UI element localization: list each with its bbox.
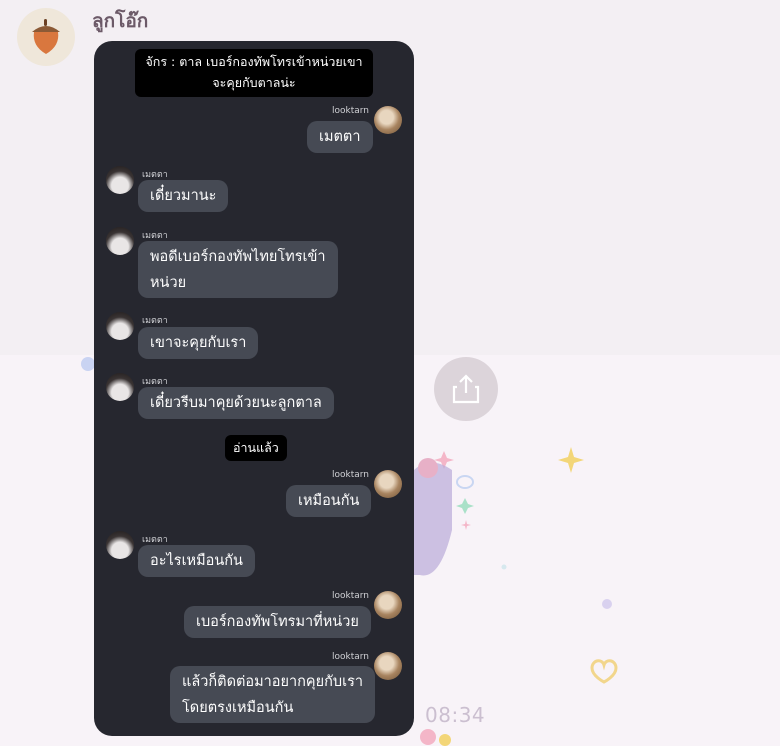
avatar bbox=[106, 227, 134, 255]
avatar bbox=[374, 591, 402, 619]
message-bubble: อะไรเหมือนกัน bbox=[138, 545, 255, 577]
chat-name: ลูกโอ๊ก bbox=[92, 10, 149, 32]
message-bubble: เดี๋ยวมานะ bbox=[138, 180, 229, 212]
message-bubble: พอดีเบอร์กองทัพไทยโทรเข้า หน่วย bbox=[138, 241, 338, 298]
message-sender: looktarn bbox=[332, 470, 370, 480]
message-bubble: เมตตา bbox=[307, 121, 373, 153]
message-sender: เมตตา bbox=[142, 170, 168, 180]
message-sender: looktarn bbox=[332, 106, 370, 116]
message-bubble: เขาจะคุยกับเรา bbox=[138, 327, 259, 359]
message-sender: looktarn bbox=[332, 591, 370, 601]
avatar bbox=[374, 106, 402, 134]
message-sender: เมตตา bbox=[142, 231, 168, 241]
message-line: โดยตรงเหมือนกัน bbox=[182, 700, 294, 716]
message-sender: เมตตา bbox=[142, 377, 168, 387]
screenshot-card: จักร : ตาล เบอร์กองทัพโทรเข้าหน่วยเขาจะค… bbox=[94, 41, 414, 736]
share-button[interactable] bbox=[434, 357, 498, 421]
avatar bbox=[106, 373, 134, 401]
message-bubble: เหมือนกัน bbox=[286, 485, 372, 517]
share-icon bbox=[452, 374, 480, 404]
avatar bbox=[106, 312, 134, 340]
message-line: พอดีเบอร์กองทัพไทยโทรเข้า bbox=[150, 249, 326, 265]
message-bubble: เบอร์กองทัพโทรมาที่หน่วย bbox=[184, 606, 371, 638]
message-sender: เมตตา bbox=[142, 535, 168, 545]
header-note: จักร : ตาล เบอร์กองทัพโทรเข้าหน่วยเขาจะค… bbox=[135, 49, 373, 97]
message-line: หน่วย bbox=[150, 275, 187, 291]
avatar bbox=[374, 652, 402, 680]
message-line: แล้วก็ติดต่อมาอยากคุยกับเรา bbox=[182, 674, 364, 690]
message-sender: เมตตา bbox=[142, 316, 168, 326]
acorn-icon bbox=[32, 19, 60, 54]
message-time: 08:34 bbox=[425, 703, 486, 727]
chat-avatar[interactable] bbox=[17, 8, 75, 66]
avatar bbox=[374, 470, 402, 498]
message-bubble: แล้วก็ติดต่อมาอยากคุยกับเรา โดยตรงเหมือน… bbox=[170, 666, 376, 723]
message-sender: looktarn bbox=[332, 652, 370, 662]
avatar bbox=[106, 166, 134, 194]
read-receipt: อ่านแล้ว bbox=[225, 435, 287, 461]
avatar bbox=[106, 531, 134, 559]
message-bubble: เดี๋ยวรีบมาคุยด้วยนะลูกตาล bbox=[138, 387, 334, 419]
